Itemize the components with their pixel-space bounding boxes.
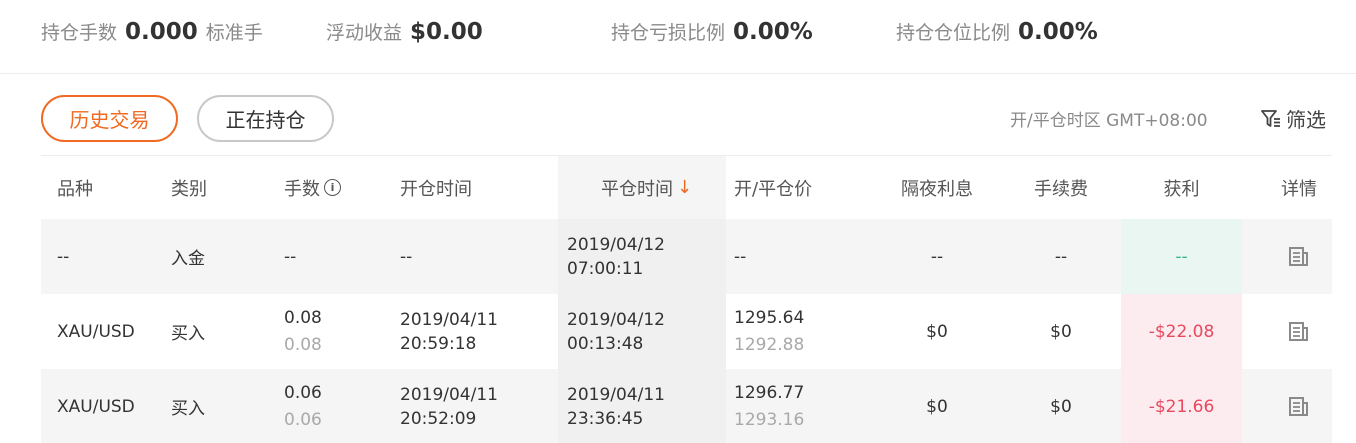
swap-cell: $0 (926, 321, 948, 342)
open-clock: 20:59:18 (400, 333, 477, 354)
detail-cell (1256, 369, 1342, 443)
close-date: 2019/04/12 (567, 234, 665, 255)
swap-cell: $0 (926, 396, 948, 417)
lots-sub-value: 0.06 (284, 410, 322, 430)
close-date: 2019/04/11 (567, 384, 665, 405)
table-row: XAU/USD 买入 0.06 0.06 2019/04/11 20:52:09… (41, 369, 1332, 443)
position-ratio-value: 0.00% (1018, 19, 1098, 45)
document-icon[interactable] (1287, 320, 1311, 344)
document-icon[interactable] (1287, 395, 1311, 419)
table-header: 品种 类别 手数 i 开仓时间 平仓时间 ↓ 开/平仓价 隔夜利息 手续费 获利… (41, 156, 1332, 219)
open-time-cell: -- (400, 246, 413, 267)
col-profit: 获利 (1163, 178, 1200, 200)
filter-label: 筛选 (1286, 108, 1326, 132)
price-cell: 1296.77 1293.16 (734, 369, 804, 443)
fee-cell: $0 (1050, 396, 1072, 417)
fee-cell: $0 (1050, 321, 1072, 342)
lots-cell: 0.08 0.08 (284, 294, 322, 369)
loss-ratio-label: 持仓亏损比例 (611, 22, 726, 44)
info-icon[interactable]: i (324, 179, 341, 196)
document-icon[interactable] (1287, 245, 1311, 269)
sort-arrow-down-icon: ↓ (676, 177, 693, 198)
lots-cell: 0.06 0.06 (284, 369, 322, 443)
close-clock: 07:00:11 (567, 258, 644, 279)
filter-button[interactable]: 筛选 (1260, 104, 1326, 133)
col-lots-label: 手数 (284, 178, 320, 200)
col-close-time[interactable]: 平仓时间 ↓ (558, 156, 726, 219)
type-cell: 入金 (171, 249, 205, 269)
close-time-cell: 2019/04/12 07:00:11 (558, 219, 726, 294)
close-price: 1292.88 (734, 335, 805, 355)
profit-cell: -$22.08 (1121, 294, 1242, 369)
lots-stat: 持仓手数 0.000 标准手 (41, 18, 263, 52)
position-ratio-label: 持仓仓位比例 (896, 22, 1011, 44)
loss-ratio-value: 0.00% (733, 19, 813, 45)
close-date: 2019/04/12 (567, 309, 665, 330)
trade-history-table: 品种 类别 手数 i 开仓时间 平仓时间 ↓ 开/平仓价 隔夜利息 手续费 获利… (41, 155, 1332, 443)
open-date: 2019/04/11 (400, 384, 498, 405)
close-clock: 23:36:45 (567, 408, 644, 429)
lots-unit: 标准手 (205, 22, 263, 44)
floating-label: 浮动收益 (326, 22, 403, 44)
symbol-cell: XAU/USD (57, 396, 135, 417)
open-date: 2019/04/11 (400, 309, 498, 330)
open-time-cell: 2019/04/11 20:52:09 (400, 369, 498, 443)
lots-sub-value: 0.08 (284, 335, 322, 355)
col-fee: 手续费 (1034, 178, 1088, 200)
filter-icon (1261, 109, 1280, 127)
col-close-time-label: 平仓时间 (600, 178, 673, 200)
col-detail: 详情 (1281, 178, 1317, 200)
lots-value: 0.06 (284, 383, 322, 403)
open-clock: 20:52:09 (400, 408, 477, 429)
price-cell: -- (734, 246, 747, 267)
lots-label: 持仓手数 (41, 22, 118, 44)
col-open-time: 开仓时间 (400, 178, 472, 200)
close-time-cell: 2019/04/11 23:36:45 (558, 369, 726, 443)
col-symbol: 品种 (57, 178, 93, 200)
detail-cell (1256, 219, 1342, 294)
profit-cell: -- (1121, 219, 1242, 294)
col-type: 类别 (171, 178, 207, 200)
position-summary: 持仓手数 0.000 标准手 浮动收益 $0.00 持仓亏损比例 0.00% 持… (0, 0, 1356, 74)
col-swap: 隔夜利息 (901, 178, 973, 200)
loss-ratio-stat: 持仓亏损比例 0.00% (611, 18, 813, 52)
profit-cell: -$21.66 (1121, 369, 1242, 443)
fee-cell: -- (1054, 246, 1068, 267)
col-lots: 手数 i (284, 156, 341, 219)
open-price: 1296.77 (734, 383, 805, 403)
lots-value: 0.08 (284, 308, 322, 328)
close-price: 1293.16 (734, 410, 805, 430)
col-price: 开/平仓价 (734, 178, 813, 200)
lots-cell: -- (284, 246, 297, 267)
close-time-cell: 2019/04/12 00:13:48 (558, 294, 726, 369)
swap-cell: -- (930, 246, 944, 267)
type-cell: 买入 (171, 324, 205, 344)
floating-stat: 浮动收益 $0.00 (326, 18, 483, 52)
table-row: -- 入金 -- -- 2019/04/12 07:00:11 -- -- --… (41, 219, 1332, 294)
floating-value: $0.00 (410, 19, 483, 45)
price-cell: 1295.64 1292.88 (734, 294, 804, 369)
lots-value: 0.000 (125, 19, 198, 45)
open-price: 1295.64 (734, 308, 805, 328)
detail-cell (1256, 294, 1342, 369)
type-cell: 买入 (171, 399, 205, 419)
close-clock: 00:13:48 (567, 333, 644, 354)
timezone-label: 开/平仓时区 GMT+08:00 (1010, 111, 1208, 131)
open-time-cell: 2019/04/11 20:59:18 (400, 294, 498, 369)
symbol-cell: -- (57, 246, 70, 267)
tab-history[interactable]: 历史交易 (41, 95, 178, 142)
position-ratio-stat: 持仓仓位比例 0.00% (896, 18, 1098, 52)
table-row: XAU/USD 买入 0.08 0.08 2019/04/11 20:59:18… (41, 294, 1332, 369)
symbol-cell: XAU/USD (57, 321, 135, 342)
tab-open-positions[interactable]: 正在持仓 (197, 95, 334, 142)
